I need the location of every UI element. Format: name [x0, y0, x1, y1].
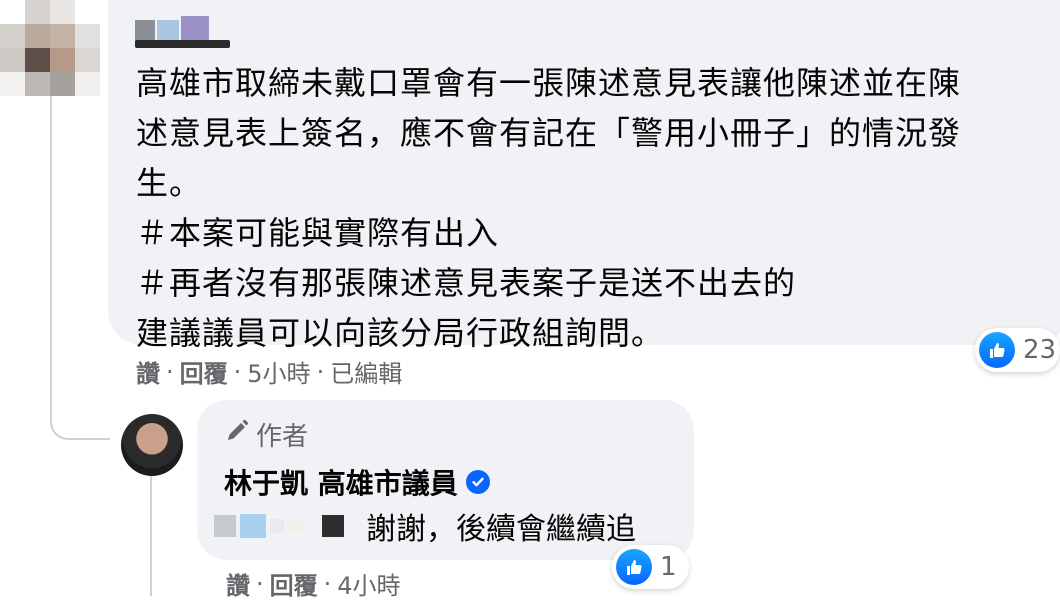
comment-actions: 讚 · 回覆 · 5小時 · 已編輯 — [136, 354, 402, 389]
comment-line: 述意見表上簽名，應不會有記在「警用小冊子」的情況發 — [136, 114, 962, 152]
comment-reaction-badge[interactable]: 23 — [975, 328, 1060, 372]
like-link[interactable]: 讚 — [136, 354, 160, 389]
comment-line: 高雄市取締未戴口罩會有一張陳述意見表讓他陳述並在陳 — [136, 64, 962, 102]
separator-dot: · — [323, 569, 332, 598]
commenter-avatar[interactable] — [0, 0, 100, 96]
reply-author-name[interactable]: 林于凱 高雄市議員 — [224, 462, 490, 502]
reply-text-row: 謝謝，後續會繼續追 — [214, 504, 636, 548]
redaction-bar — [135, 40, 230, 48]
like-thumb-icon — [616, 549, 652, 585]
comment-line: ＃再者沒有那張陳述意見表案子是送不出去的 — [136, 264, 797, 302]
separator-dot: · — [256, 569, 264, 598]
reply-text: 謝謝，後續會繼續追 — [366, 512, 636, 547]
mention-redacted[interactable] — [214, 514, 344, 538]
thread-line — [50, 96, 52, 396]
timestamp[interactable]: 5小時 — [247, 354, 310, 389]
edited-label[interactable]: 已編輯 — [330, 354, 402, 389]
separator-dot: · — [166, 357, 174, 386]
reaction-count: 1 — [660, 552, 677, 582]
reaction-count: 23 — [1023, 335, 1057, 365]
separator-dot: · — [233, 357, 242, 386]
reply-thread-line — [150, 474, 152, 596]
comment-line: ＃本案可能與實際有出入 — [136, 214, 500, 252]
reply-reaction-badge[interactable]: 1 — [612, 545, 689, 589]
reply-author-label[interactable]: 林于凱 高雄市議員 — [224, 462, 458, 502]
commenter-name-redacted[interactable] — [135, 16, 209, 42]
comment-line: 建議議員可以向該分局行政組詢問。 — [136, 314, 665, 352]
verified-badge-icon — [465, 470, 490, 494]
pencil-icon — [224, 418, 250, 451]
like-thumb-icon — [979, 332, 1015, 368]
author-tag: 作者 — [224, 416, 308, 453]
author-tag-label: 作者 — [256, 422, 309, 452]
reply-link[interactable]: 回覆 — [180, 354, 228, 389]
comment-text: 高雄市取締未戴口罩會有一張陳述意見表讓他陳述並在陳 述意見表上簽名，應不會有記在… — [136, 58, 1046, 358]
comment-line: 生。 — [136, 164, 203, 202]
thread-connector — [50, 396, 110, 440]
separator-dot: · — [316, 357, 325, 386]
reply-avatar[interactable] — [121, 414, 183, 476]
